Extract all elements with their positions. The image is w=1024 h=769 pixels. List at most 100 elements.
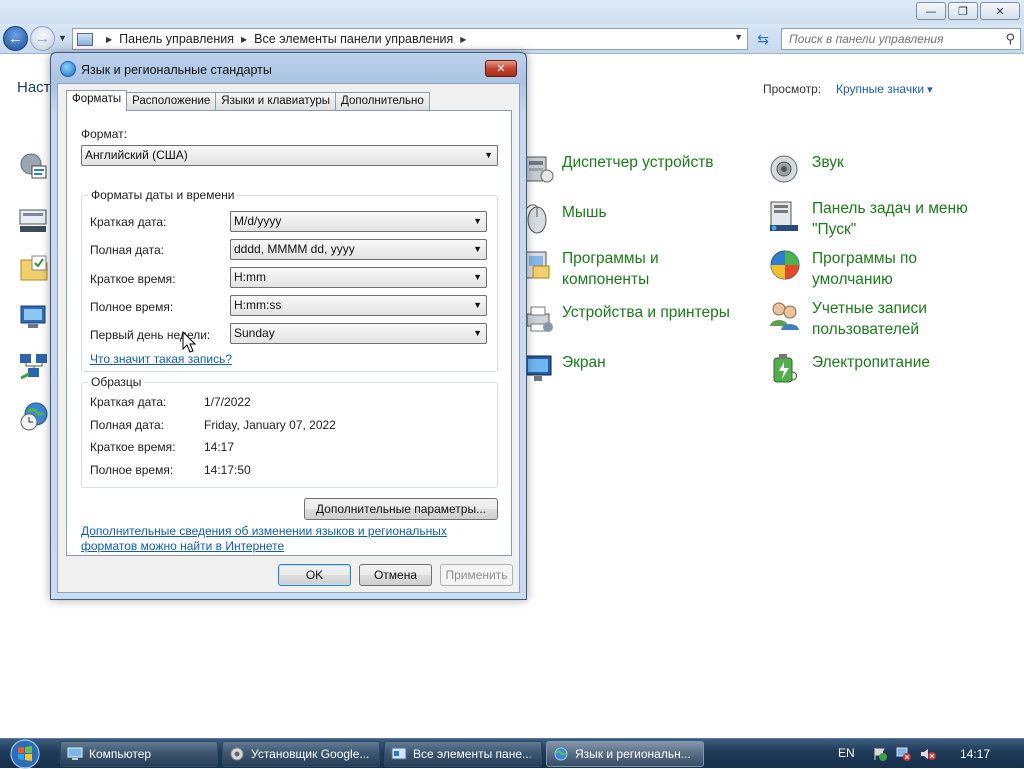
chevron-right-icon[interactable]: ▶: [241, 35, 247, 44]
taskbar-item-region-dialog[interactable]: Язык и региональн...: [546, 741, 704, 767]
cp-item-mouse[interactable]: Мышь: [523, 202, 742, 236]
start-button[interactable]: [4, 739, 46, 769]
search-input[interactable]: [782, 29, 992, 49]
cp-item-devices-printers[interactable]: Устройства и принтеры: [523, 302, 762, 336]
taskbar-item-computer[interactable]: Компьютер: [60, 741, 218, 767]
cp-item-label[interactable]: Диспетчер устройств: [562, 152, 742, 173]
action-center-icon[interactable]: [18, 150, 50, 182]
short-date-select[interactable]: M/d/yyyy ▼: [230, 211, 487, 232]
formats-tab-page: Формат: Английский (США) ▼ Форматы даты …: [66, 110, 512, 556]
cp-item-label[interactable]: Устройства и принтеры: [562, 302, 762, 323]
sample-short-date-value: 1/7/2022: [204, 395, 251, 409]
long-time-select[interactable]: H:mm:ss ▼: [230, 295, 487, 316]
additional-settings-button[interactable]: Дополнительные параметры...: [304, 498, 498, 520]
mouse-cursor-icon: [182, 331, 196, 353]
view-mode-dropdown[interactable]: Крупные значки: [836, 82, 933, 96]
tab-formats[interactable]: Форматы: [66, 90, 128, 111]
globe-icon: [60, 61, 76, 77]
view-label: Просмотр:: [763, 82, 822, 96]
taskbar-item-installer[interactable]: Установщик Google...: [222, 741, 380, 767]
first-day-select[interactable]: Sunday ▼: [230, 323, 487, 344]
notation-help-link[interactable]: Что значит такая запись?: [90, 352, 232, 366]
cancel-button[interactable]: Отмена: [359, 564, 432, 586]
installer-icon: [230, 747, 244, 761]
cp-item-user-accounts[interactable]: Учетные записи пользователей: [768, 298, 972, 340]
samples-group: Образцы Краткая дата: 1/7/2022 Полная да…: [81, 375, 498, 488]
network-center-icon[interactable]: [18, 350, 50, 382]
power-options-icon: [773, 354, 797, 383]
user-accounts-icon: [770, 302, 799, 330]
online-info-link-line2[interactable]: форматов можно найти в Интернете: [81, 539, 284, 553]
dialog-body: Форматы Расположение Языки и клавиатуры …: [57, 83, 520, 593]
address-bar[interactable]: ▶ Панель управления ▶ Все элементы панел…: [72, 28, 748, 50]
short-time-value: H:mm: [234, 270, 266, 284]
volume-muted-icon[interactable]: [920, 747, 936, 761]
long-date-value: dddd, MMMM dd, yyyy: [234, 242, 355, 256]
cp-item-label[interactable]: Мышь: [562, 202, 742, 223]
breadcrumb-control-panel[interactable]: Панель управления: [119, 32, 234, 46]
format-select-value: Английский (США): [85, 148, 188, 162]
action-center-flag-icon[interactable]: [872, 747, 888, 761]
cp-item-label[interactable]: Программы по умолчанию: [812, 248, 972, 290]
backup-icon[interactable]: [18, 204, 50, 236]
cp-item-power-options[interactable]: Электропитание: [768, 352, 992, 386]
close-button[interactable]: ✕: [980, 2, 1020, 20]
language-indicator[interactable]: EN: [838, 746, 855, 760]
back-button[interactable]: ←: [3, 26, 28, 51]
cp-item-label[interactable]: Программы и компоненты: [562, 248, 722, 290]
minimize-button[interactable]: —: [916, 2, 946, 20]
tab-administrative[interactable]: Дополнительно: [335, 92, 430, 111]
chevron-down-icon: ▼: [473, 272, 482, 282]
address-dropdown-icon[interactable]: ▼: [734, 32, 743, 42]
taskbar-item-control-panel[interactable]: Все элементы пане...: [384, 741, 542, 767]
search-box[interactable]: ⚲: [781, 28, 1021, 50]
date-time-icon[interactable]: [18, 400, 50, 432]
cp-item-label[interactable]: Звук: [812, 152, 992, 173]
maximize-button[interactable]: ❐: [948, 2, 978, 20]
long-time-value: H:mm:ss: [234, 298, 282, 312]
cp-item-label[interactable]: Учетные записи пользователей: [812, 298, 972, 340]
refresh-icon[interactable]: ⇆: [752, 30, 774, 48]
navigation-bar: ← → ▼ ▶ Панель управления ▶ Все элементы…: [0, 24, 1024, 54]
device-manager-icon: [525, 156, 554, 183]
network-status-icon[interactable]: [896, 747, 912, 761]
cp-item-label[interactable]: Экран: [562, 352, 742, 373]
first-day-value: Sunday: [234, 326, 275, 340]
short-time-select[interactable]: H:mm ▼: [230, 267, 487, 288]
page-title: Наст: [17, 79, 51, 96]
ok-button[interactable]: OK: [278, 564, 351, 586]
format-label: Формат:: [81, 127, 127, 141]
display-icon: [524, 355, 552, 381]
chevron-right-icon[interactable]: ▶: [460, 35, 466, 44]
long-time-label: Полное время:: [90, 300, 174, 314]
taskbar: Компьютер Установщик Google... Все элеме…: [0, 738, 1024, 769]
cp-item-label[interactable]: Панель задач и меню "Пуск": [812, 198, 982, 240]
taskbar-item-label: Установщик Google...: [251, 747, 370, 761]
tab-location[interactable]: Расположение: [126, 92, 217, 111]
search-icon[interactable]: ⚲: [1005, 31, 1015, 47]
cp-item-programs-features[interactable]: Программы и компоненты: [523, 248, 722, 290]
tab-keyboards-languages[interactable]: Языки и клавиатуры: [215, 92, 337, 111]
cp-item-taskbar-start[interactable]: Панель задач и меню "Пуск": [768, 198, 982, 240]
sample-long-date-value: Friday, January 07, 2022: [204, 418, 336, 432]
dialog-close-button[interactable]: ✕: [485, 60, 517, 77]
cp-item-device-manager[interactable]: Диспетчер устройств: [523, 152, 742, 186]
long-date-select[interactable]: dddd, MMMM dd, yyyy ▼: [230, 239, 487, 260]
short-date-value: M/d/yyyy: [234, 214, 282, 228]
folder-options-icon[interactable]: [18, 252, 50, 284]
apply-button[interactable]: Применить: [440, 564, 513, 586]
recent-pages-dropdown[interactable]: ▼: [58, 33, 67, 43]
cp-item-display[interactable]: Экран: [523, 352, 742, 386]
remote-desktop-icon[interactable]: [18, 300, 50, 332]
format-select[interactable]: Английский (США) ▼: [81, 145, 498, 166]
cp-item-default-programs[interactable]: Программы по умолчанию: [768, 248, 972, 290]
computer-icon: [67, 747, 83, 760]
short-date-label: Краткая дата:: [90, 215, 167, 229]
cp-item-label[interactable]: Электропитание: [812, 352, 992, 373]
breadcrumb-all-items[interactable]: Все элементы панели управления: [254, 32, 453, 46]
forward-button[interactable]: →: [30, 26, 55, 51]
cp-item-sound[interactable]: Звук: [768, 152, 992, 186]
online-info-link-line1[interactable]: Дополнительные сведения об изменении язы…: [81, 524, 447, 538]
chevron-right-icon[interactable]: ▶: [106, 35, 112, 44]
system-clock[interactable]: 14:17: [960, 747, 990, 761]
